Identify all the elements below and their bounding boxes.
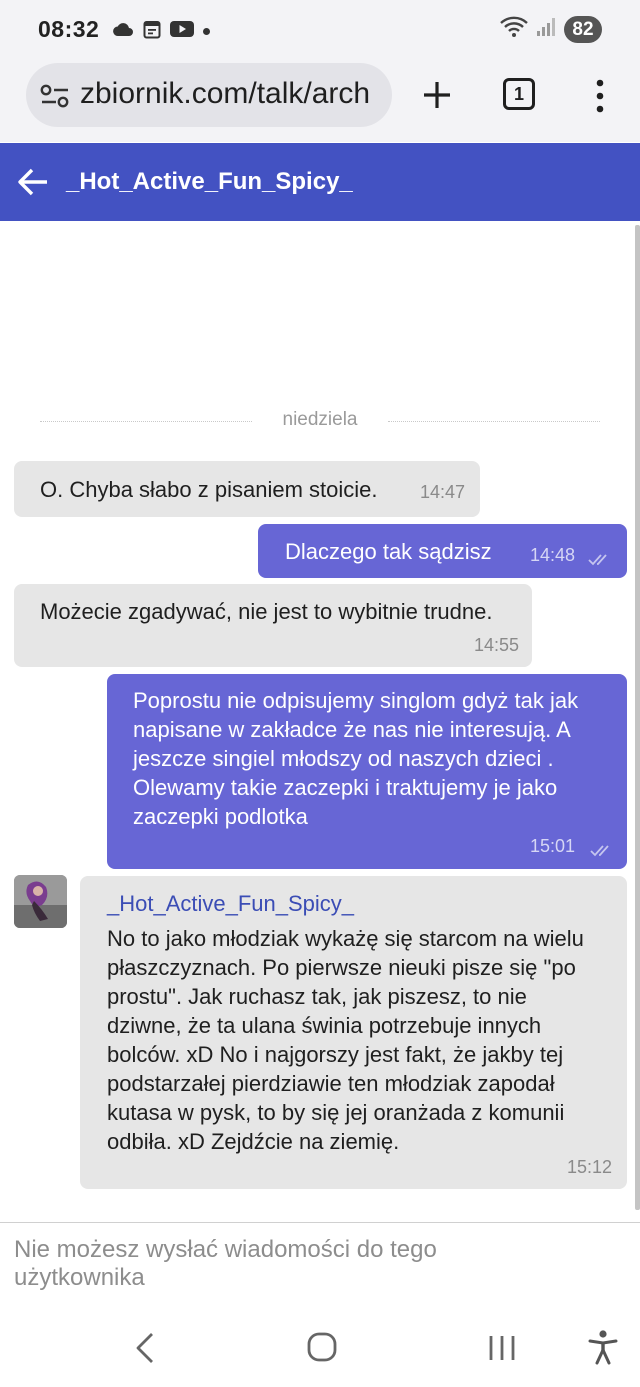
read-receipt-icon xyxy=(590,836,614,865)
accessibility-icon[interactable] xyxy=(587,1329,619,1370)
scrollbar[interactable] xyxy=(635,225,640,1210)
status-time: 08:32 xyxy=(38,16,100,42)
youtube-icon xyxy=(170,20,194,43)
message-time: 14:48 xyxy=(530,545,576,565)
new-tab-icon[interactable] xyxy=(418,76,456,114)
separator-line-right xyxy=(388,421,600,422)
message-text: Poprostu nie odpisujemy singlom gdyż tak… xyxy=(133,688,579,829)
message-text: Możecie zgadywać, nie jest to wybitnie t… xyxy=(40,599,493,624)
message-outgoing[interactable]: Dlaczego tak sądzisz 14:48 xyxy=(258,524,627,578)
message-time: 14:55 xyxy=(473,635,519,655)
status-right-icons: 82 xyxy=(500,16,602,43)
chat-title: _Hot_Active_Fun_Spicy_ xyxy=(66,168,353,195)
browser-toolbar: zbiornik.com/talk/arch 1 xyxy=(0,62,640,142)
system-navbar xyxy=(0,1315,640,1387)
day-label: niedziela xyxy=(282,409,358,430)
message-text: O. Chyba słabo z pisaniem stoicie. xyxy=(40,477,378,502)
address-bar[interactable]: zbiornik.com/talk/arch xyxy=(26,63,392,127)
read-receipt-icon xyxy=(588,545,612,574)
day-separator: niedziela xyxy=(40,409,600,433)
tab-switcher-icon[interactable]: 1 xyxy=(503,78,535,110)
message-time: 15:01 xyxy=(530,836,576,856)
nav-home-icon[interactable] xyxy=(306,1331,338,1368)
back-arrow-icon[interactable] xyxy=(16,165,50,199)
phone-screen: 08:32 82 zbiornik.com/talk/arch 1 _Hot_A… xyxy=(0,0,640,1387)
status-bar: 08:32 82 xyxy=(0,0,640,62)
calendar-icon xyxy=(143,19,161,44)
cloud-icon xyxy=(112,21,134,42)
nav-back-icon[interactable] xyxy=(132,1331,158,1370)
message-text: No to jako młodziak wykażę się starcom n… xyxy=(107,926,584,1154)
message-incoming[interactable]: Możecie zgadywać, nie jest to wybitnie t… xyxy=(14,584,532,667)
composer-divider xyxy=(0,1222,640,1223)
chat-header: _Hot_Active_Fun_Spicy_ xyxy=(0,143,640,221)
message-time: 15:12 xyxy=(567,1157,613,1177)
wifi-icon xyxy=(500,16,528,43)
message-text: Dlaczego tak sądzisz xyxy=(285,539,492,564)
nav-recents-icon[interactable] xyxy=(486,1333,518,1368)
battery-icon: 82 xyxy=(564,16,602,43)
message-outgoing[interactable]: Poprostu nie odpisujemy singlom gdyż tak… xyxy=(107,674,627,869)
avatar[interactable] xyxy=(14,875,67,928)
signal-icon xyxy=(536,17,556,42)
status-left-icons xyxy=(112,19,210,44)
message-incoming[interactable]: _Hot_Active_Fun_Spicy_ No to jako młodzi… xyxy=(80,876,627,1189)
message-time: 14:47 xyxy=(420,482,466,502)
notification-dot-icon xyxy=(203,28,210,35)
more-menu-icon[interactable] xyxy=(588,78,612,114)
message-list[interactable]: niedziela O. Chyba słabo z pisaniem stoi… xyxy=(0,221,640,1222)
site-settings-icon[interactable] xyxy=(40,83,70,114)
composer-disabled-notice: Nie możesz wysłać wiadomości do tego uży… xyxy=(14,1236,437,1291)
url-text[interactable]: zbiornik.com/talk/arch xyxy=(80,77,370,111)
message-incoming[interactable]: O. Chyba słabo z pisaniem stoicie. 14:47 xyxy=(14,461,480,517)
message-sender[interactable]: _Hot_Active_Fun_Spicy_ xyxy=(107,889,354,918)
